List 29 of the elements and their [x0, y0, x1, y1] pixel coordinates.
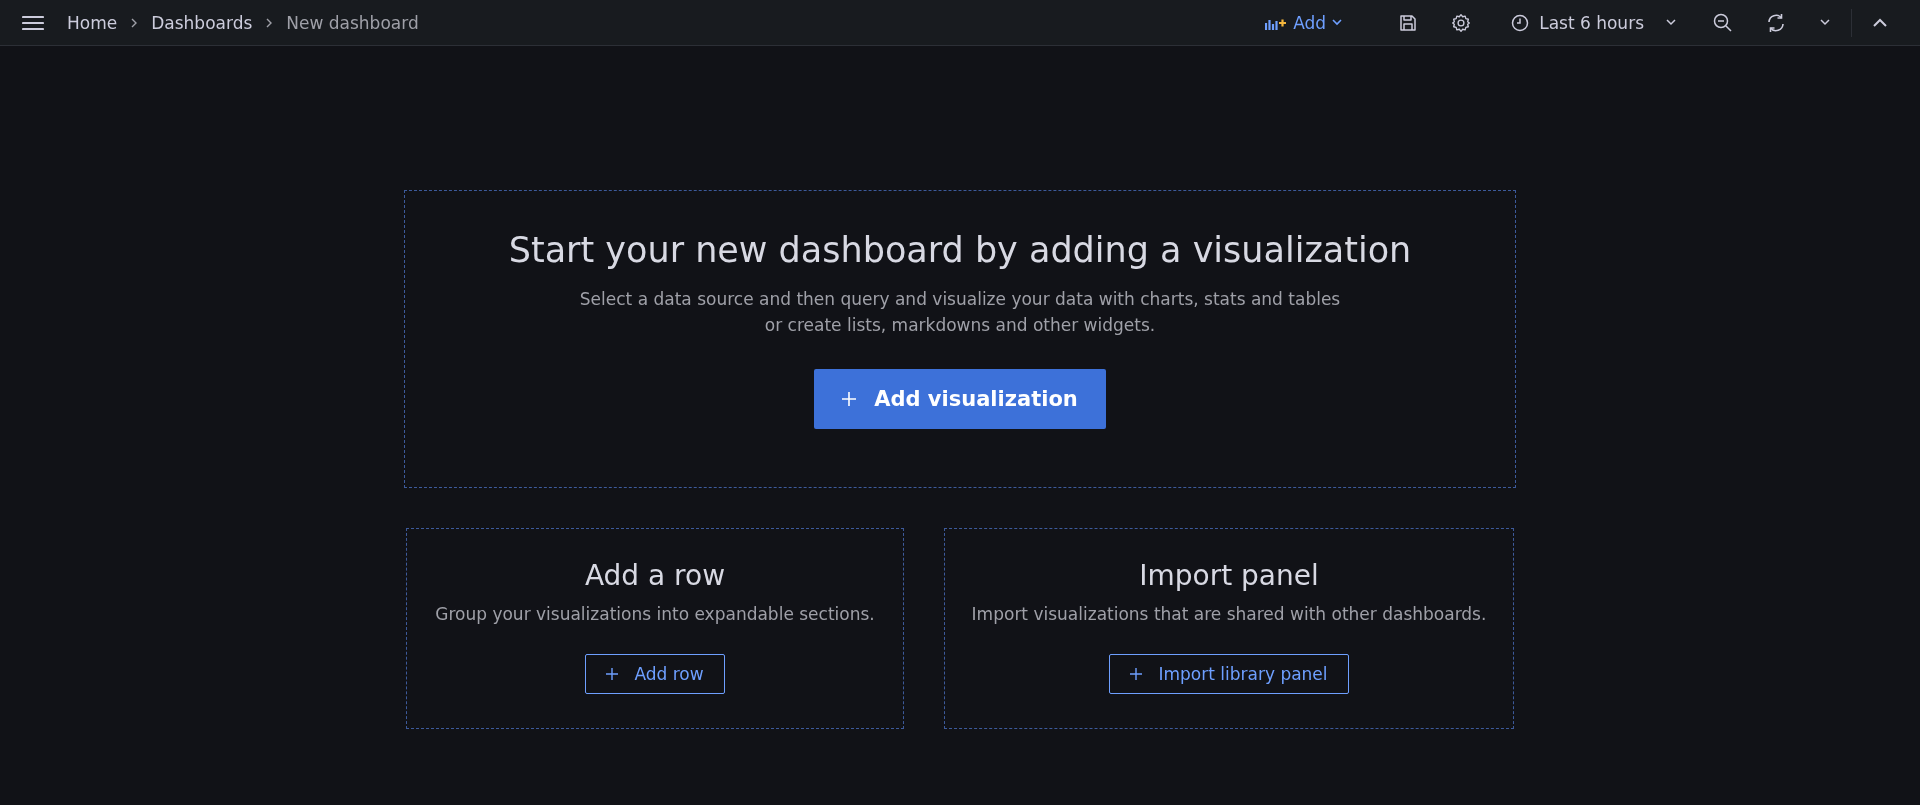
clock-icon	[1511, 13, 1530, 32]
time-range-picker[interactable]: Last 6 hours	[1505, 11, 1682, 34]
caret-down-icon[interactable]	[1820, 19, 1830, 26]
chevron-right-icon	[265, 17, 274, 28]
add-button[interactable]: Add	[1259, 11, 1349, 34]
plus-icon	[606, 668, 619, 680]
settings-icon[interactable]	[1451, 12, 1472, 33]
menu-icon[interactable]	[22, 14, 44, 31]
caret-up-icon[interactable]	[1873, 18, 1887, 27]
refresh-icon[interactable]	[1766, 12, 1786, 33]
plus-icon	[1130, 668, 1143, 680]
caret-down-icon	[1332, 19, 1343, 26]
card-description: Import visualizations that are shared with other dashboards.	[971, 604, 1487, 624]
card-action-button[interactable]: Add row	[585, 654, 725, 694]
add-visualization-button[interactable]: Add visualization	[814, 369, 1106, 429]
card-description: Select a data source and then query and visualize your data with charts, stats and tables or create lists, markdowns and other widgets.	[579, 288, 1341, 337]
card-action-button[interactable]: Import library panel	[1109, 654, 1349, 694]
save-icon[interactable]	[1399, 13, 1418, 32]
chevron-right-icon	[130, 17, 139, 28]
card-title: Add a row	[584, 559, 726, 592]
plus-icon	[842, 392, 857, 406]
card-description: Group your visualizations into expandable sections.	[435, 604, 875, 624]
card-title: Start your new dashboard by adding a visualization	[508, 230, 1412, 270]
zoom-out-icon[interactable]	[1713, 13, 1732, 32]
breadcrumb-link[interactable]: New dashboard	[286, 12, 419, 33]
card-title: Import panel	[1139, 559, 1319, 592]
caret-down-icon	[1666, 19, 1676, 26]
breadcrumb-link[interactable]: Home	[67, 12, 118, 33]
breadcrumb-link[interactable]: Dashboards	[151, 12, 253, 33]
